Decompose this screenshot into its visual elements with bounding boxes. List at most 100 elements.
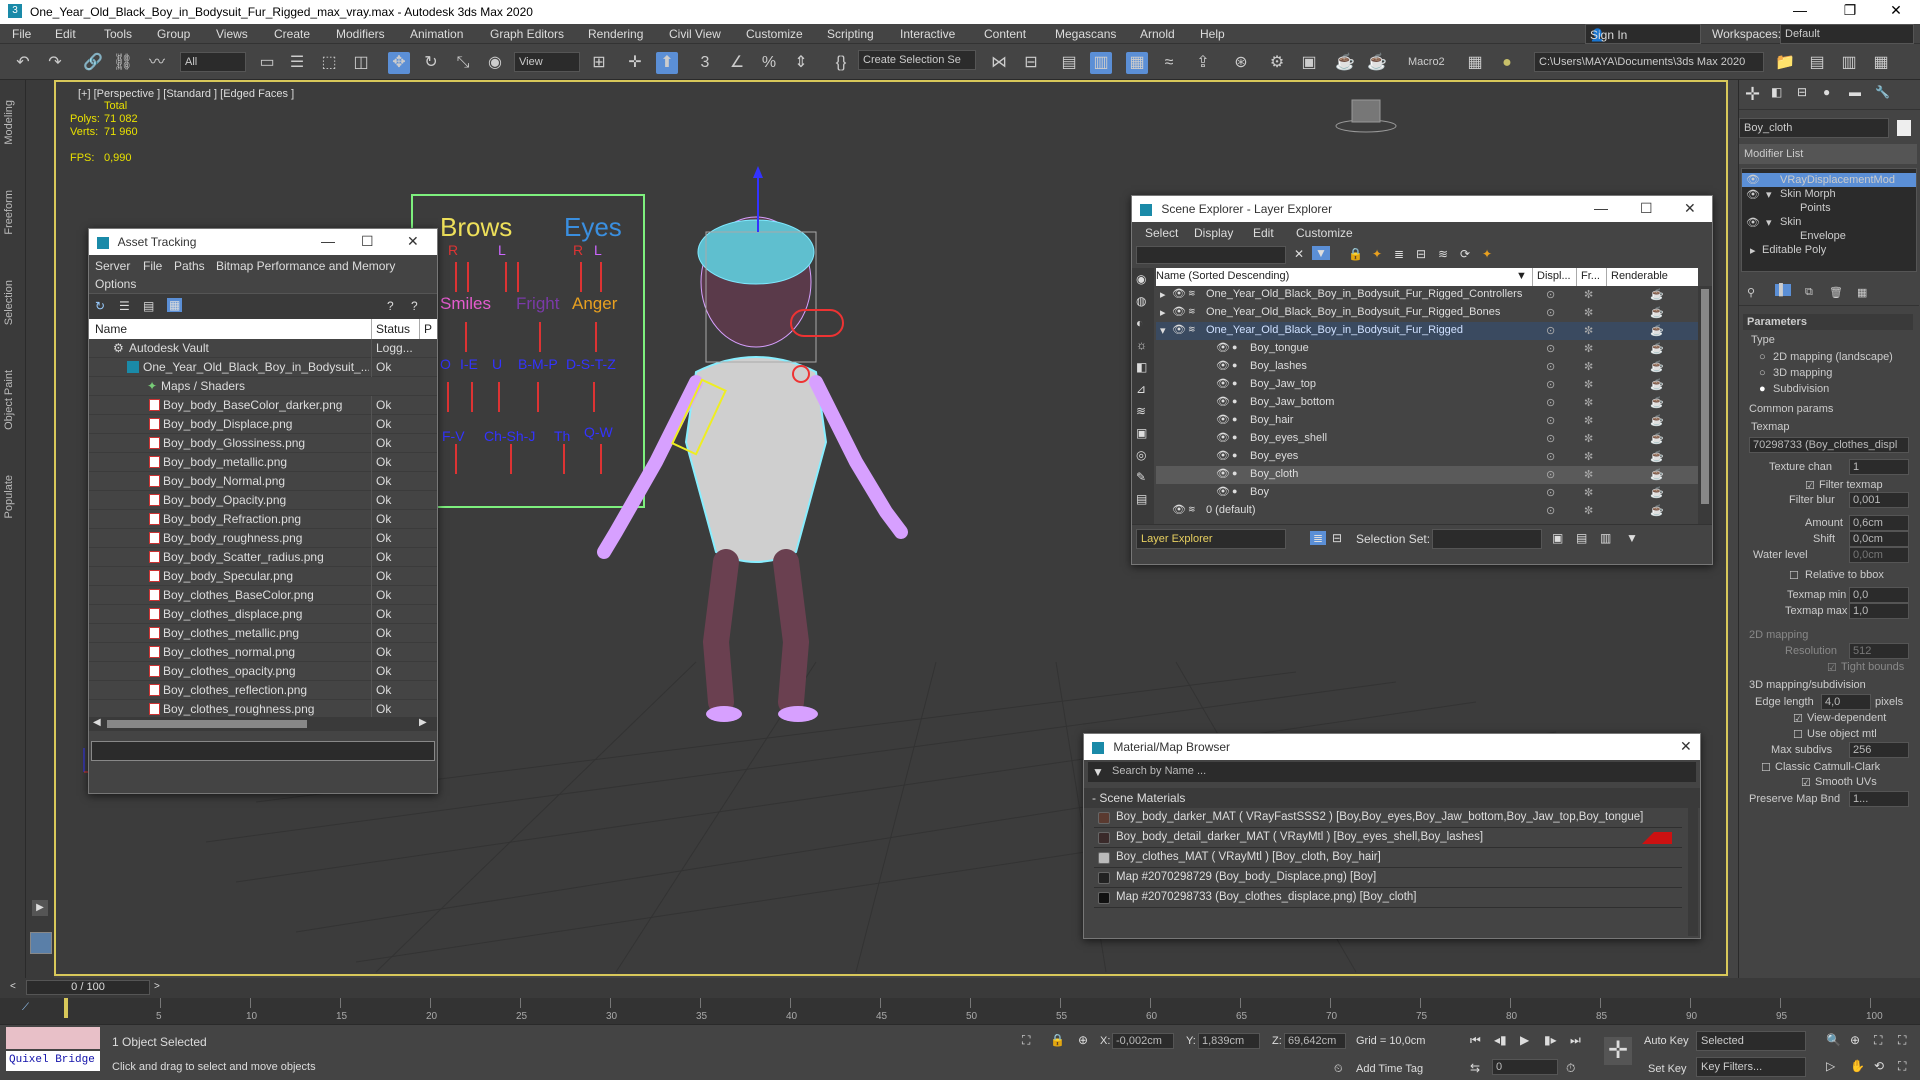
mb-search[interactable]: ▼ Search by Name ... xyxy=(1088,762,1696,782)
menu-customize[interactable]: Customize xyxy=(746,27,803,41)
water-level-input[interactable]: 0,0cm xyxy=(1849,547,1909,563)
scroll-left-icon[interactable]: ◀ xyxy=(93,717,101,728)
minimize-icon[interactable]: — xyxy=(1780,2,1820,18)
auto-key-button[interactable]: Auto Key xyxy=(1644,1035,1689,1047)
fov-icon[interactable]: ▷ xyxy=(1826,1059,1835,1073)
macro-grid-icon[interactable]: ▦ xyxy=(1464,52,1486,74)
tab-object-paint[interactable]: Object Paint xyxy=(3,370,15,430)
teapot-icon[interactable]: ☕ xyxy=(1650,486,1664,499)
highlight-icon[interactable]: ✦ xyxy=(1482,247,1492,261)
goto-start-icon[interactable]: ⏮ xyxy=(1470,1033,1481,1048)
containers-icon[interactable]: ▤ xyxy=(1136,492,1147,506)
freeze-icon[interactable]: ✼ xyxy=(1584,378,1593,391)
object-row[interactable]: 👁 ● Boy_cloth ⊙ ✼ ☕ xyxy=(1156,466,1698,484)
window-crossing-icon[interactable]: ◫ xyxy=(350,52,372,74)
undo-icon[interactable]: ↶ xyxy=(12,52,34,74)
teapot-icon[interactable]: ☕ xyxy=(1650,468,1664,481)
at-menu-options[interactable]: Options xyxy=(95,277,136,291)
freeze-icon[interactable]: ✼ xyxy=(1584,468,1593,481)
time-slider[interactable]: < 0 / 100 > xyxy=(0,978,1920,998)
filter-texmap-checkbox[interactable]: ☑ xyxy=(1805,479,1815,492)
sign-in-dropdown[interactable]: 👤 Sign In xyxy=(1585,24,1701,44)
clear-search-icon[interactable]: ✕ xyxy=(1294,247,1304,261)
menu-graph-editors[interactable]: Graph Editors xyxy=(490,27,564,41)
teapot-icon[interactable]: ☕ xyxy=(1650,414,1664,427)
list-item[interactable]: ✦ Maps / Shaders xyxy=(89,377,437,396)
display-icon[interactable]: ⊙ xyxy=(1546,486,1555,499)
create-tab-icon[interactable]: ✛ xyxy=(1745,84,1760,105)
menu-create[interactable]: Create xyxy=(274,27,310,41)
expand-icon[interactable]: ▸ xyxy=(1160,288,1166,301)
set-key-button[interactable]: Set Key xyxy=(1648,1063,1687,1075)
eye-icon[interactable]: 👁 xyxy=(1216,467,1230,480)
freeze-icon[interactable]: ✼ xyxy=(1584,432,1593,445)
pin-stack-icon[interactable]: ⚲ xyxy=(1747,286,1755,299)
prev-key-icon[interactable]: ◂▮ xyxy=(1494,1033,1507,1047)
radio-2d[interactable]: ○ xyxy=(1759,351,1766,363)
expand-icon[interactable]: ▾ xyxy=(1160,324,1166,337)
menu-interactive[interactable]: Interactive xyxy=(900,27,955,41)
display-icon[interactable]: ⊙ xyxy=(1546,324,1555,337)
list-item[interactable]: Boy_body_Scatter_radius.png Ok xyxy=(89,548,437,567)
smooth-uvs-checkbox[interactable]: ☑ xyxy=(1801,776,1811,789)
eye-icon[interactable]: 👁 xyxy=(1216,485,1230,498)
eye-icon[interactable]: 👁 xyxy=(1216,431,1230,444)
parameters-rollout[interactable]: Parameters xyxy=(1743,314,1913,330)
groups-icon[interactable]: ▣ xyxy=(1136,426,1147,440)
scene-explorer-titlebar[interactable]: Scene Explorer - Layer Explorer — ☐ ✕ xyxy=(1132,196,1712,222)
selection-filter-dropdown[interactable]: All xyxy=(180,52,246,72)
catmull-clark-checkbox[interactable]: ☐ xyxy=(1761,761,1771,774)
asset-hscrollbar[interactable]: ◀ ▶ xyxy=(89,717,437,731)
close-icon[interactable]: ✕ xyxy=(1684,200,1696,217)
track-bar[interactable]: ⟋ 5 10 15 20 25 30 35 40 45 50 55 60 65 70 75 80 85 90 95 1… xyxy=(0,998,1920,1024)
isolate-icon[interactable]: ⛶ xyxy=(1022,1033,1030,1048)
selection-lock-icon[interactable]: 🔒 xyxy=(1050,1033,1065,1047)
zoom-icon[interactable]: 🔍 xyxy=(1826,1033,1841,1047)
zoom-extents-icon[interactable]: ⛶ xyxy=(1874,1033,1882,1048)
freeze-icon[interactable]: ✼ xyxy=(1584,414,1593,427)
menu-arnold[interactable]: Arnold xyxy=(1140,27,1175,41)
render-iterative-icon[interactable]: ☕ xyxy=(1366,52,1388,74)
material-item[interactable]: Boy_body_detail_darker_MAT ( VRayMtl ) [… xyxy=(1094,828,1682,848)
scene-explorer-icon[interactable]: ▦ xyxy=(1126,52,1148,74)
list-item[interactable]: Boy_body_Specular.png Ok xyxy=(89,567,437,586)
keyboard-shortcut-override-icon[interactable]: ⬆ xyxy=(656,52,678,74)
workspace-dropdown[interactable]: Default xyxy=(1780,24,1914,44)
use-object-mtl-checkbox[interactable]: ☐ xyxy=(1793,728,1803,741)
remove-modifier-icon[interactable]: 🗑 xyxy=(1829,286,1843,299)
list-item[interactable]: Boy_clothes_metallic.png Ok xyxy=(89,624,437,643)
rect-selection-icon[interactable]: ⬚ xyxy=(318,52,340,74)
texmap-button[interactable]: 70298733 (Boy_clothes_displ xyxy=(1749,437,1909,453)
tab-selection[interactable]: Selection xyxy=(3,280,15,325)
modify-tab-icon[interactable]: ◧ xyxy=(1771,85,1782,99)
shift-input[interactable]: 0,0cm xyxy=(1849,531,1909,547)
bones-icon[interactable]: ✎ xyxy=(1136,470,1146,484)
type-subdivision-label[interactable]: Subdivision xyxy=(1773,383,1829,395)
close-icon[interactable]: ✕ xyxy=(407,233,419,250)
list-icon[interactable]: ☰ xyxy=(119,299,130,313)
macro-button[interactable]: Macro2 xyxy=(1408,56,1445,68)
layout-icon-1[interactable]: ▤ xyxy=(1806,52,1828,74)
named-selection-dropdown[interactable]: Create Selection Se xyxy=(858,50,976,70)
play-icon[interactable]: ▶ xyxy=(1520,1033,1529,1047)
spinner-snap-icon[interactable]: ⇕ xyxy=(790,52,812,74)
select-object-icon[interactable]: ▭ xyxy=(256,52,278,74)
show-end-result-icon[interactable]: ▌ xyxy=(1775,284,1791,296)
project-path-dropdown[interactable]: C:\Users\MAYA\Documents\3ds Max 2020 xyxy=(1534,52,1764,72)
lights-icon[interactable]: ☼ xyxy=(1136,338,1147,352)
maximize-icon[interactable]: ☐ xyxy=(1640,200,1653,217)
edge-length-input[interactable]: 4,0 xyxy=(1821,694,1871,710)
object-row[interactable]: 👁 ● Boy_eyes ⊙ ✼ ☕ xyxy=(1156,448,1698,466)
at-menu-bitmap[interactable]: Bitmap Performance and Memory xyxy=(216,259,395,273)
reference-coord-dropdown[interactable]: View xyxy=(514,52,580,72)
curve-editor-mini-icon[interactable]: ⟋ xyxy=(22,1002,29,1013)
object-row[interactable]: 👁 ● Boy ⊙ ✼ ☕ xyxy=(1156,484,1698,502)
col-p[interactable]: P xyxy=(419,319,436,339)
pan-icon[interactable]: ✋ xyxy=(1850,1059,1865,1073)
texmap-min-input[interactable]: 0,0 xyxy=(1849,587,1909,603)
quixel-bridge-button[interactable]: Quixel Bridge xyxy=(6,1051,100,1071)
close-icon[interactable]: ✕ xyxy=(1876,2,1916,19)
max-subdivs-input[interactable]: 256 xyxy=(1849,742,1909,758)
eye-icon[interactable]: 👁 xyxy=(1172,287,1186,300)
material-browser-titlebar[interactable]: Material/Map Browser ✕ xyxy=(1084,734,1700,760)
